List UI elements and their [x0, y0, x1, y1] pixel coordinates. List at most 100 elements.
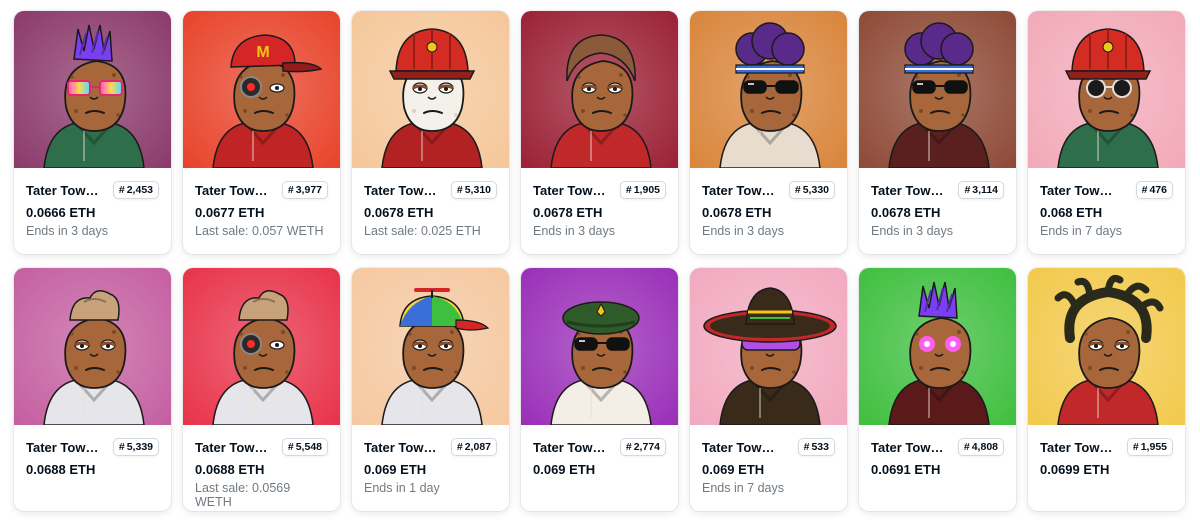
nft-name-row: Tater Town ... #5,339 — [26, 437, 159, 457]
nft-image[interactable] — [14, 268, 171, 425]
nft-name: Tater Town ... — [871, 439, 949, 455]
nft-subtext: Ends in 7 days — [1040, 224, 1122, 238]
nft-name-row: Tater Town ... #2,774 — [533, 437, 666, 457]
nft-name-row: Tater Town ... #2,453 — [26, 180, 159, 200]
nft-subtext: Last sale: 0.0569 WETH — [195, 481, 291, 509]
token-id: 3,977 — [295, 184, 322, 196]
nft-price: 0.0691 ETH — [871, 462, 941, 477]
nft-name: Tater Town #... — [871, 182, 949, 198]
hash-icon: # — [287, 441, 294, 453]
nft-card-info: Tater Town #... #3,114 0.0678 ETH Ends in 3… — [859, 168, 1016, 238]
nft-card-info: Tater Town ... #5,310 0.0678 ETH Last sale:… — [352, 168, 509, 238]
nft-card[interactable]: Tater Town ... #1,955 0.0699 ETH — [1028, 268, 1185, 511]
nft-card[interactable]: Tater Town ... #5,310 0.0678 ETH Last sale:… — [352, 11, 509, 254]
nft-image[interactable] — [690, 11, 847, 168]
nft-name: Tater Town ... — [533, 182, 611, 198]
nft-image[interactable] — [14, 11, 171, 168]
nft-price: 0.0678 ETH — [702, 205, 772, 220]
nft-image[interactable] — [859, 11, 1016, 168]
nft-card-info: Tater Town ... #4,808 0.0691 ETH — [859, 425, 1016, 477]
nft-price: 0.0666 ETH — [26, 205, 96, 220]
token-id-badge: #3,977 — [281, 181, 328, 199]
token-id-badge: #1,905 — [619, 181, 666, 199]
nft-image[interactable] — [352, 268, 509, 425]
nft-price: 0.069 ETH — [364, 462, 427, 477]
nft-card-info: Tater Town ... #5,548 0.0688 ETH Last sale:… — [183, 425, 340, 509]
nft-name-row: Tater Town ... #5,330 — [702, 180, 835, 200]
hash-icon: # — [118, 184, 125, 196]
nft-image[interactable] — [521, 268, 678, 425]
nft-card-info: Tater Town ... #2,453 0.0666 ETH Ends in 3 … — [14, 168, 171, 238]
hash-icon: # — [964, 184, 971, 196]
nft-card[interactable]: Tater Town #... #3,114 0.0678 ETH Ends in 3… — [859, 11, 1016, 254]
nft-subtext: Ends in 1 day — [364, 481, 440, 495]
token-id: 5,548 — [295, 441, 322, 453]
nft-image[interactable] — [183, 268, 340, 425]
token-id-badge: #1,955 — [1126, 438, 1173, 456]
nft-name-row: Tater Town ... #1,905 — [533, 180, 666, 200]
token-id: 476 — [1149, 184, 1167, 196]
nft-card-info: Tater Town ... #5,339 0.0688 ETH — [14, 425, 171, 477]
hash-icon: # — [456, 441, 463, 453]
nft-image[interactable] — [352, 11, 509, 168]
nft-image[interactable]: M — [183, 11, 340, 168]
nft-name-row: Tater Town ... #5,548 — [195, 437, 328, 457]
nft-price: 0.0688 ETH — [195, 462, 265, 477]
nft-card[interactable]: Tater Town #... #533 0.069 ETH Ends in 7 da… — [690, 268, 847, 511]
token-id: 1,905 — [633, 184, 660, 196]
nft-image[interactable] — [690, 268, 847, 425]
hash-icon: # — [287, 184, 294, 196]
svg-text:M: M — [256, 44, 269, 61]
hash-icon: # — [1141, 184, 1148, 196]
token-id-badge: #5,548 — [281, 438, 328, 456]
nft-name: Tater Town #... — [702, 439, 780, 455]
token-id-badge: #476 — [1135, 181, 1173, 199]
nft-image[interactable] — [859, 268, 1016, 425]
nft-card-info: Tater Town #... #533 0.069 ETH Ends in 7 da… — [690, 425, 847, 495]
nft-card[interactable]: Tater Town ... #2,453 0.0666 ETH Ends in 3 … — [14, 11, 171, 254]
nft-card[interactable]: Tater Town ... #4,808 0.0691 ETH — [859, 268, 1016, 511]
nft-name-row: Tater Town ... #3,977 — [195, 180, 328, 200]
token-id: 5,330 — [802, 184, 829, 196]
nft-card[interactable]: Tater Town ... #1,905 0.0678 ETH Ends in 3 … — [521, 11, 678, 254]
token-id: 5,339 — [126, 441, 153, 453]
token-id-badge: #4,808 — [957, 438, 1004, 456]
nft-grid: Tater Town ... #2,453 0.0666 ETH Ends in 3 … — [0, 0, 1200, 522]
hash-icon: # — [794, 184, 801, 196]
nft-name-row: Tater Town ... #1,955 — [1040, 437, 1173, 457]
nft-card-info: Tater Town ... #1,955 0.0699 ETH — [1028, 425, 1185, 477]
nft-name: Tater Town ... — [26, 182, 104, 198]
nft-subtext: Last sale: 0.025 ETH — [364, 224, 481, 238]
token-id-badge: #5,339 — [112, 438, 159, 456]
token-id-badge: #2,453 — [112, 181, 159, 199]
nft-image[interactable] — [521, 11, 678, 168]
nft-name: Tater Town ... — [1040, 439, 1118, 455]
hash-icon: # — [456, 184, 463, 196]
nft-card[interactable]: Tater Town ... #5,548 0.0688 ETH Last sale:… — [183, 268, 340, 511]
nft-card-info: Tater Town ... #2,087 0.069 ETH Ends in 1 d… — [352, 425, 509, 495]
nft-price: 0.069 ETH — [702, 462, 765, 477]
token-id: 5,310 — [464, 184, 491, 196]
nft-subtext: Ends in 7 days — [702, 481, 784, 495]
nft-card[interactable]: M Tater Town ... #3,977 0.0677 ETH Last sal… — [183, 11, 340, 254]
nft-name: Tater Town ... — [195, 439, 273, 455]
nft-image[interactable] — [1028, 268, 1185, 425]
nft-card[interactable]: Tater Town ... #2,774 0.069 ETH — [521, 268, 678, 511]
nft-name-row: Tater Town #... #3,114 — [871, 180, 1004, 200]
nft-name: Tater Town ... — [702, 182, 780, 198]
nft-card[interactable]: Tater Town #... #476 0.068 ETH Ends in 7 da… — [1028, 11, 1185, 254]
token-id: 2,087 — [464, 441, 491, 453]
token-id-badge: #2,087 — [450, 438, 497, 456]
nft-price: 0.068 ETH — [1040, 205, 1103, 220]
nft-name: Tater Town ... — [26, 439, 104, 455]
nft-image[interactable] — [1028, 11, 1185, 168]
nft-name-row: Tater Town ... #2,087 — [364, 437, 497, 457]
nft-card-info: Tater Town ... #5,330 0.0678 ETH Ends in 3 … — [690, 168, 847, 238]
nft-card[interactable]: Tater Town ... #2,087 0.069 ETH Ends in 1 d… — [352, 268, 509, 511]
token-id-badge: #3,114 — [958, 181, 1004, 199]
nft-price: 0.0677 ETH — [195, 205, 265, 220]
nft-card[interactable]: Tater Town ... #5,339 0.0688 ETH — [14, 268, 171, 511]
nft-card[interactable]: Tater Town ... #5,330 0.0678 ETH Ends in 3 … — [690, 11, 847, 254]
token-id: 1,955 — [1140, 441, 1167, 453]
token-id: 2,774 — [633, 441, 660, 453]
